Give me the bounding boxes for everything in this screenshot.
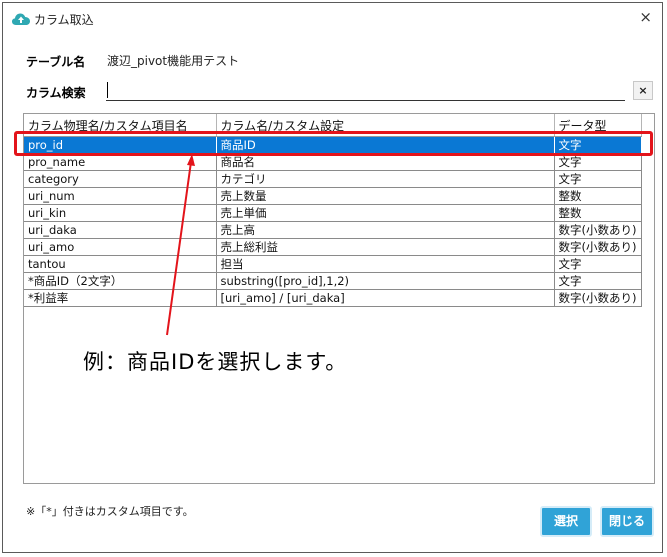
annotation-arrow (166, 154, 195, 336)
